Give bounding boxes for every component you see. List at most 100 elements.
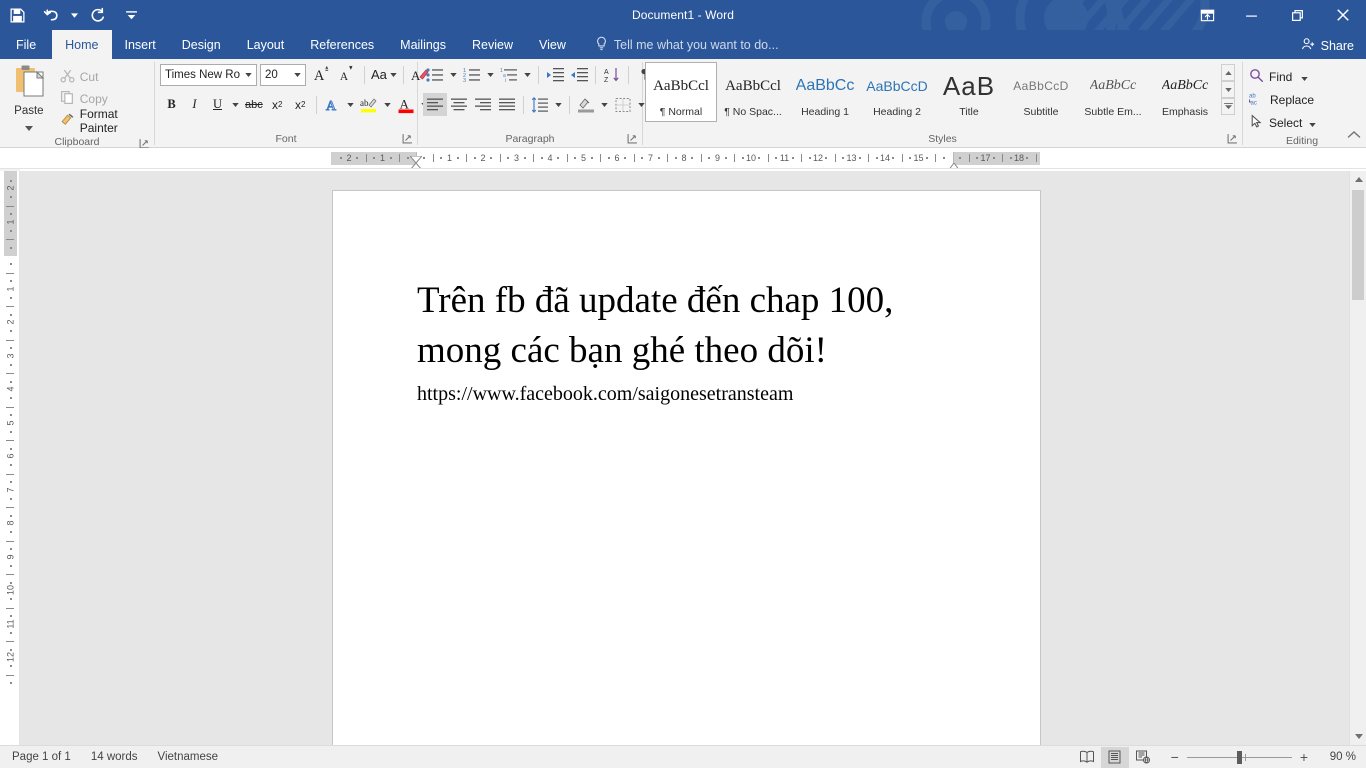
shading-caret-icon[interactable] [598, 93, 611, 116]
zoom-out-button[interactable]: − [1171, 749, 1179, 765]
close-icon[interactable] [1320, 0, 1366, 30]
cut-button[interactable]: Cut [56, 66, 154, 88]
restore-icon[interactable] [1274, 0, 1320, 30]
styles-dialog-launcher-icon[interactable] [1227, 133, 1238, 144]
document-heading[interactable]: Trên fb đã update đến chap 100, mong các… [417, 276, 907, 376]
read-mode-button[interactable] [1073, 747, 1101, 768]
style-item-subtle-emphasis[interactable]: AaBbCc Subtle Em... [1077, 62, 1149, 122]
style-item-normal[interactable]: AaBbCcl ¶ Normal [645, 62, 717, 122]
paste-button[interactable]: Paste [6, 62, 52, 136]
zoom-level[interactable]: 90 % [1316, 751, 1356, 763]
align-center-button[interactable] [447, 93, 471, 116]
paste-dropdown-caret-icon[interactable] [25, 118, 33, 136]
numbering-caret-icon[interactable] [484, 63, 497, 86]
save-icon[interactable] [0, 0, 34, 30]
document-text-body[interactable]: Trên fb đã update đến chap 100, mong các… [417, 276, 980, 407]
underline-caret-icon[interactable] [229, 93, 242, 116]
right-indent-marker[interactable] [948, 158, 960, 169]
font-color-button[interactable]: A [394, 93, 418, 116]
font-dialog-launcher-icon[interactable] [402, 133, 413, 144]
grow-font-button[interactable]: A [310, 63, 335, 86]
format-painter-button[interactable]: Format Painter [56, 110, 154, 132]
multilevel-list-caret-icon[interactable] [521, 63, 534, 86]
tab-mailings[interactable]: Mailings [387, 30, 459, 59]
bullets-caret-icon[interactable] [447, 63, 460, 86]
tab-layout[interactable]: Layout [234, 30, 298, 59]
text-effects-caret-icon[interactable] [344, 93, 357, 116]
document-url-line[interactable]: https://www.facebook.com/saigonesetranst… [417, 381, 980, 407]
web-layout-button[interactable] [1129, 747, 1157, 768]
strikethrough-button[interactable]: abc [242, 93, 266, 116]
align-left-button[interactable] [423, 93, 447, 116]
bullets-button[interactable] [423, 63, 447, 86]
shading-button[interactable] [574, 93, 598, 116]
document-workspace[interactable]: Trên fb đã update đến chap 100, mong các… [20, 171, 1349, 745]
line-spacing-button[interactable] [528, 93, 552, 116]
horizontal-ruler[interactable]: 211234567891011121314151718 [0, 148, 1366, 169]
collapse-ribbon-icon[interactable] [1347, 127, 1361, 145]
zoom-in-button[interactable]: + [1300, 749, 1308, 765]
vertical-ruler[interactable]: 21123456789101112 [0, 171, 20, 745]
font-size-combo[interactable]: 20 [260, 64, 306, 86]
align-right-button[interactable] [471, 93, 495, 116]
text-highlight-caret-icon[interactable] [381, 93, 394, 116]
undo-dropdown-caret-icon[interactable] [68, 0, 80, 30]
subscript-button[interactable]: x2 [266, 93, 289, 116]
scroll-down-icon[interactable] [1350, 728, 1366, 745]
borders-button[interactable] [611, 93, 635, 116]
share-button[interactable]: Share [1295, 35, 1360, 56]
underline-button[interactable]: U [206, 93, 229, 116]
page-indicator[interactable]: Page 1 of 1 [12, 751, 71, 763]
scroll-up-icon[interactable] [1350, 171, 1366, 188]
styles-more-icon[interactable] [1221, 98, 1235, 115]
word-count[interactable]: 14 words [91, 751, 138, 763]
left-indent-marker[interactable] [410, 164, 422, 169]
tab-file[interactable]: File [0, 30, 52, 59]
tab-review[interactable]: Review [459, 30, 526, 59]
styles-scroll-down-icon[interactable] [1221, 81, 1235, 98]
tab-references[interactable]: References [297, 30, 387, 59]
ribbon-display-options-icon[interactable] [1186, 0, 1228, 30]
language-indicator[interactable]: Vietnamese [158, 751, 219, 763]
style-item-subtitle[interactable]: AaBbCcD Subtitle [1005, 62, 1077, 122]
tab-home[interactable]: Home [52, 30, 111, 59]
style-item-emphasis[interactable]: AaBbCc Emphasis [1149, 62, 1221, 122]
text-highlight-color-button[interactable]: ab [357, 93, 381, 116]
numbering-button[interactable]: 1 2 3 [460, 63, 484, 86]
minimize-icon[interactable] [1228, 0, 1274, 30]
font-name-caret-icon[interactable] [241, 73, 256, 77]
undo-icon[interactable] [34, 0, 68, 30]
change-case-button[interactable]: Aa [369, 63, 399, 86]
sort-button[interactable]: A Z [600, 63, 624, 86]
find-button[interactable]: Find [1249, 65, 1316, 88]
replace-button[interactable]: ab ac Replace [1249, 88, 1316, 111]
justify-button[interactable] [495, 93, 519, 116]
italic-button[interactable]: I [183, 93, 206, 116]
zoom-slider-thumb[interactable] [1237, 751, 1242, 764]
style-item-heading-1[interactable]: AaBbCc Heading 1 [789, 62, 861, 122]
tab-design[interactable]: Design [169, 30, 234, 59]
print-layout-button[interactable] [1101, 747, 1129, 768]
find-caret-icon[interactable] [1301, 70, 1308, 84]
style-item-heading-2[interactable]: AaBbCcD Heading 2 [861, 62, 933, 122]
customize-qat-icon[interactable] [114, 0, 148, 30]
zoom-slider[interactable] [1187, 750, 1292, 764]
select-caret-icon[interactable] [1309, 116, 1316, 130]
document-page[interactable]: Trên fb đã update đến chap 100, mong các… [332, 190, 1041, 745]
tab-insert[interactable]: Insert [112, 30, 169, 59]
line-spacing-caret-icon[interactable] [552, 93, 565, 116]
decrease-indent-button[interactable] [543, 63, 567, 86]
vertical-scrollbar[interactable] [1349, 171, 1366, 745]
style-item-no-spacing[interactable]: AaBbCcl ¶ No Spac... [717, 62, 789, 122]
style-item-title[interactable]: AaB Title [933, 62, 1005, 122]
tell-me-box[interactable]: Tell me what you want to do... [579, 30, 779, 59]
text-effects-button[interactable]: A [321, 93, 344, 116]
redo-icon[interactable] [80, 0, 114, 30]
font-size-caret-icon[interactable] [290, 73, 305, 77]
scrollbar-thumb[interactable] [1352, 190, 1364, 300]
styles-scroll-up-icon[interactable] [1221, 64, 1235, 81]
font-name-combo[interactable]: Times New Ro [160, 64, 257, 86]
tab-view[interactable]: View [526, 30, 579, 59]
paragraph-dialog-launcher-icon[interactable] [627, 133, 638, 144]
select-button[interactable]: Select [1249, 111, 1316, 134]
